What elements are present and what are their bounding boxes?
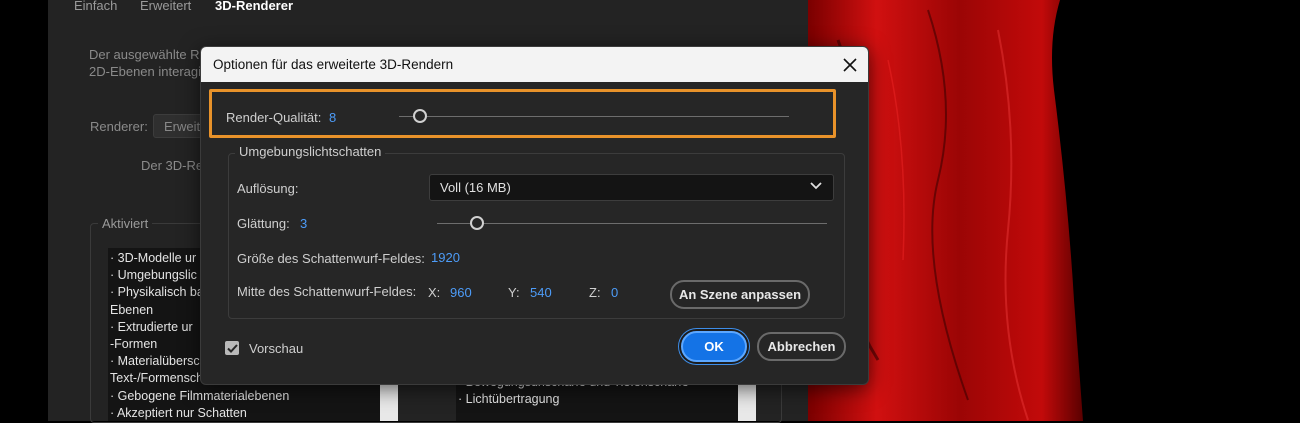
left-list-scrollbar[interactable] xyxy=(380,380,398,421)
resolution-dropdown[interactable]: Voll (16 MB) xyxy=(429,174,834,201)
preview-label[interactable]: Vorschau xyxy=(249,341,303,356)
right-list-scrollbar[interactable] xyxy=(738,380,756,421)
render-quality-value[interactable]: 8 xyxy=(329,110,336,125)
background-description-line2: 2D-Ebenen interagi xyxy=(89,64,202,79)
advanced-3d-render-options-dialog: Optionen für das erweiterte 3D-Rendern R… xyxy=(200,46,869,385)
preview-checkbox[interactable] xyxy=(225,341,239,355)
resolution-selected: Voll (16 MB) xyxy=(440,180,511,195)
center-y-value[interactable]: 540 xyxy=(530,285,552,300)
close-button[interactable] xyxy=(837,52,863,78)
smoothing-label: Glättung: xyxy=(237,216,290,231)
resolution-label: Auflösung: xyxy=(237,181,299,196)
checkmark-icon xyxy=(226,343,238,353)
chevron-down-icon xyxy=(810,182,822,190)
shadow-field-size-label: Größe des Schattenwurf-Feldes: xyxy=(237,251,425,266)
tab-erweitert[interactable]: Erweitert xyxy=(140,0,191,13)
smoothing-value[interactable]: 3 xyxy=(300,216,307,231)
cancel-button[interactable]: Abbrechen xyxy=(757,332,846,361)
center-z-label: Z: xyxy=(589,285,601,300)
render-quality-slider-knob[interactable] xyxy=(413,109,427,123)
ok-button[interactable]: OK xyxy=(681,331,747,362)
close-icon xyxy=(843,58,857,72)
renderer-label: Renderer: xyxy=(90,119,148,134)
background-description-line1: Der ausgewählte Ren xyxy=(89,47,215,62)
center-x-label: X: xyxy=(428,285,441,300)
shadow-field-size-value[interactable]: 1920 xyxy=(431,250,460,265)
center-z-value[interactable]: 0 xyxy=(611,285,618,300)
center-x-value[interactable]: 960 xyxy=(450,285,472,300)
ambient-occlusion-title: Umgebungslichtschatten xyxy=(235,144,386,159)
shadow-field-center-label: Mitte des Schattenwurf-Feldes: xyxy=(237,284,417,299)
fit-to-scene-button[interactable]: An Szene anpassen xyxy=(670,280,810,309)
center-y-label: Y: xyxy=(508,285,520,300)
active-group-label: Aktiviert xyxy=(98,215,153,232)
dialog-title: Optionen für das erweiterte 3D-Rendern xyxy=(213,57,454,72)
smoothing-slider-track[interactable] xyxy=(437,223,827,224)
render-quality-label: Render-Qualität: xyxy=(226,110,322,125)
render-quality-slider-track[interactable] xyxy=(399,116,789,117)
smoothing-slider-knob[interactable] xyxy=(470,216,484,230)
tab-3d-renderer[interactable]: 3D-Renderer xyxy=(215,0,293,13)
tab-einfach[interactable]: Einfach xyxy=(74,0,117,13)
